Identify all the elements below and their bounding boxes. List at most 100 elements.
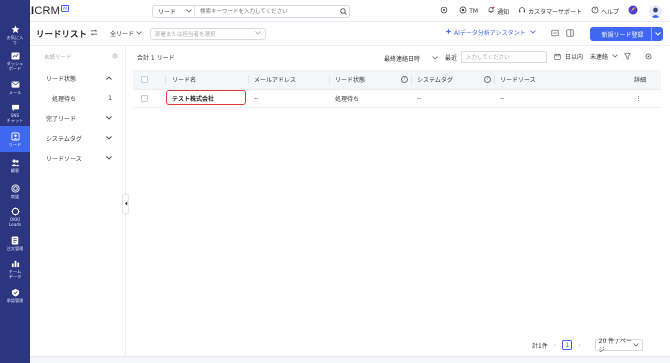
chevron-down-icon <box>106 135 112 142</box>
nav-item-customers[interactable]: 顧客 <box>0 152 30 178</box>
nav-label: ダッシュ ボード <box>6 61 24 71</box>
top-actions: TM 通知 カスタマーサポート ? ヘルプ <box>440 3 670 19</box>
search-icon[interactable] <box>337 8 349 15</box>
brand-name-light: CRM <box>34 5 60 17</box>
help-icon: ? <box>591 6 601 16</box>
select-all-checkbox[interactable] <box>141 70 148 89</box>
days-label: 日以内 <box>565 54 584 61</box>
gear-icon <box>645 53 652 62</box>
page-size-label: 20 件 / ページ <box>598 338 633 354</box>
table-header: リード名 メールアドレス リード状態 ? システムタグ ? リードソース 詳細 <box>133 70 661 90</box>
info-icon[interactable]: ? <box>484 70 491 89</box>
nav-item-deals[interactable]: 商談 <box>0 178 30 204</box>
list-switch-button[interactable] <box>90 29 98 38</box>
filter-icon <box>624 53 631 62</box>
ai-assistant-button[interactable]: AIデータ分析アシスタント <box>445 28 538 37</box>
nav-item-okki-leads[interactable]: OKKI Leads <box>0 204 30 230</box>
pagination-total: 計1件 <box>532 342 548 350</box>
okki-leads-icon <box>10 207 20 216</box>
filter-group-system-tag[interactable]: システムタグ <box>30 128 125 148</box>
lead-total-count: 合計 1 リード <box>137 55 175 62</box>
unread-leads-filter[interactable]: 未読リード <box>30 46 125 68</box>
nav-item-mail[interactable]: メール <box>0 74 30 100</box>
lead-scope-select[interactable]: 全リード <box>110 29 142 38</box>
help-label: ヘルプ <box>600 8 619 16</box>
horizontal-scrollbar[interactable] <box>30 356 670 363</box>
page-size-select[interactable]: 20 件 / ページ <box>594 338 643 354</box>
page-title: リードリスト <box>36 29 88 40</box>
filter-panel: 未読リード リード状態 処理待ち 1 完了リード システムタグ リードソース <box>30 46 126 356</box>
nav-item-favorites[interactable]: お気に入 り <box>0 22 30 48</box>
search-scope-select[interactable]: リード <box>153 6 195 17</box>
recent-label: 最近 <box>445 54 458 62</box>
page-number[interactable]: 1 <box>562 340 573 350</box>
new-lead-button[interactable]: 新規リード登録 <box>590 27 663 41</box>
col-header-status[interactable]: リード状態 <box>335 70 365 89</box>
col-header-name[interactable]: リード名 <box>172 70 196 89</box>
nav-item-sns-chat[interactable]: SNS チャット <box>0 100 30 126</box>
contact-status-select[interactable]: 未連絡 <box>590 52 618 61</box>
nav-label: チーム データ <box>8 269 22 279</box>
tm-button[interactable]: TM <box>459 6 478 16</box>
nav-label: OKKI Leads <box>8 217 22 227</box>
notification-button[interactable]: 通知 <box>487 6 509 16</box>
ai-assistant-label: AIデータ分析アシスタント <box>454 30 526 37</box>
new-lead-dropdown[interactable] <box>651 27 663 41</box>
nav-item-leads[interactable]: リード <box>0 126 30 152</box>
next-page-icon[interactable]: › <box>578 342 580 349</box>
settings-button[interactable] <box>440 6 450 16</box>
row-checkbox[interactable] <box>141 90 148 107</box>
layout-button[interactable] <box>565 29 575 39</box>
lead-status: 処理待ち <box>335 96 360 103</box>
chevron-down-icon <box>136 30 142 37</box>
nav-label: メール <box>8 89 22 95</box>
prev-page-icon[interactable]: ‹ <box>554 342 556 349</box>
bell-icon <box>487 6 497 16</box>
col-header-lead-source[interactable]: リードソース <box>500 70 536 89</box>
search-input[interactable] <box>195 6 337 17</box>
filter-item-pending[interactable]: 処理待ち 1 <box>30 88 125 108</box>
more-options-icon[interactable] <box>638 90 640 107</box>
unread-leads-label: 未読リード <box>44 55 72 61</box>
tm-icon <box>459 6 469 16</box>
filter-group-label: システムタグ <box>46 135 82 143</box>
tm-label: TM <box>469 7 479 15</box>
nav-item-dashboard[interactable]: ダッシュ ボード <box>0 48 30 74</box>
col-header-email[interactable]: メールアドレス <box>254 70 296 89</box>
notification-label: 通知 <box>497 8 510 16</box>
layout-icon <box>566 29 574 39</box>
nav-item-approval[interactable]: 承認管理 <box>0 282 30 308</box>
column-settings-button[interactable] <box>645 53 652 62</box>
nav-label: SNS チャット <box>6 113 24 123</box>
import-button[interactable] <box>550 29 560 39</box>
support-button[interactable]: カスタマーサポート <box>518 6 582 16</box>
info-icon[interactable]: ? <box>401 70 408 89</box>
dashboard-icon <box>10 51 20 60</box>
calendar-button[interactable] <box>554 53 561 62</box>
global-search: リード <box>152 5 350 18</box>
nav-label: 顧客 <box>10 167 20 173</box>
filter-group-completed[interactable]: 完了リード <box>30 108 125 128</box>
nav-item-orders[interactable]: 注文管理 <box>0 230 30 256</box>
ai-app-button[interactable] <box>628 5 640 17</box>
filter-group-lead-status[interactable]: リード状態 <box>30 68 125 88</box>
filter-group-lead-source[interactable]: リードソース <box>30 148 125 168</box>
gear-icon[interactable] <box>112 53 118 61</box>
help-button[interactable]: ? ヘルプ <box>591 6 619 16</box>
nav-item-team-data[interactable]: チーム データ <box>0 256 30 282</box>
pagination: 計1件 ‹ 1 › 20 件 / ページ <box>532 338 643 354</box>
nav-label: 注文管理 <box>6 245 24 251</box>
chevron-down-icon <box>632 342 639 349</box>
recent-days-input[interactable]: 入力してください <box>461 51 548 63</box>
top-bar: OKKICRM AI リード TM 通知 カスタマーサポート ? ヘルプ <box>0 0 670 22</box>
avatar[interactable] <box>649 4 662 18</box>
filter-button[interactable] <box>624 53 631 62</box>
gear-icon <box>440 6 450 16</box>
chevron-down-icon <box>612 53 618 60</box>
col-header-system-tag[interactable]: システムタグ <box>417 70 453 89</box>
col-header-detail: 詳細 <box>634 77 647 84</box>
nav-label: 商談 <box>10 193 20 199</box>
sort-select[interactable]: 最終連絡日時 <box>384 52 438 64</box>
assignee-select[interactable]: 部署または担当者を選択 <box>150 27 267 40</box>
headset-icon <box>518 6 528 16</box>
